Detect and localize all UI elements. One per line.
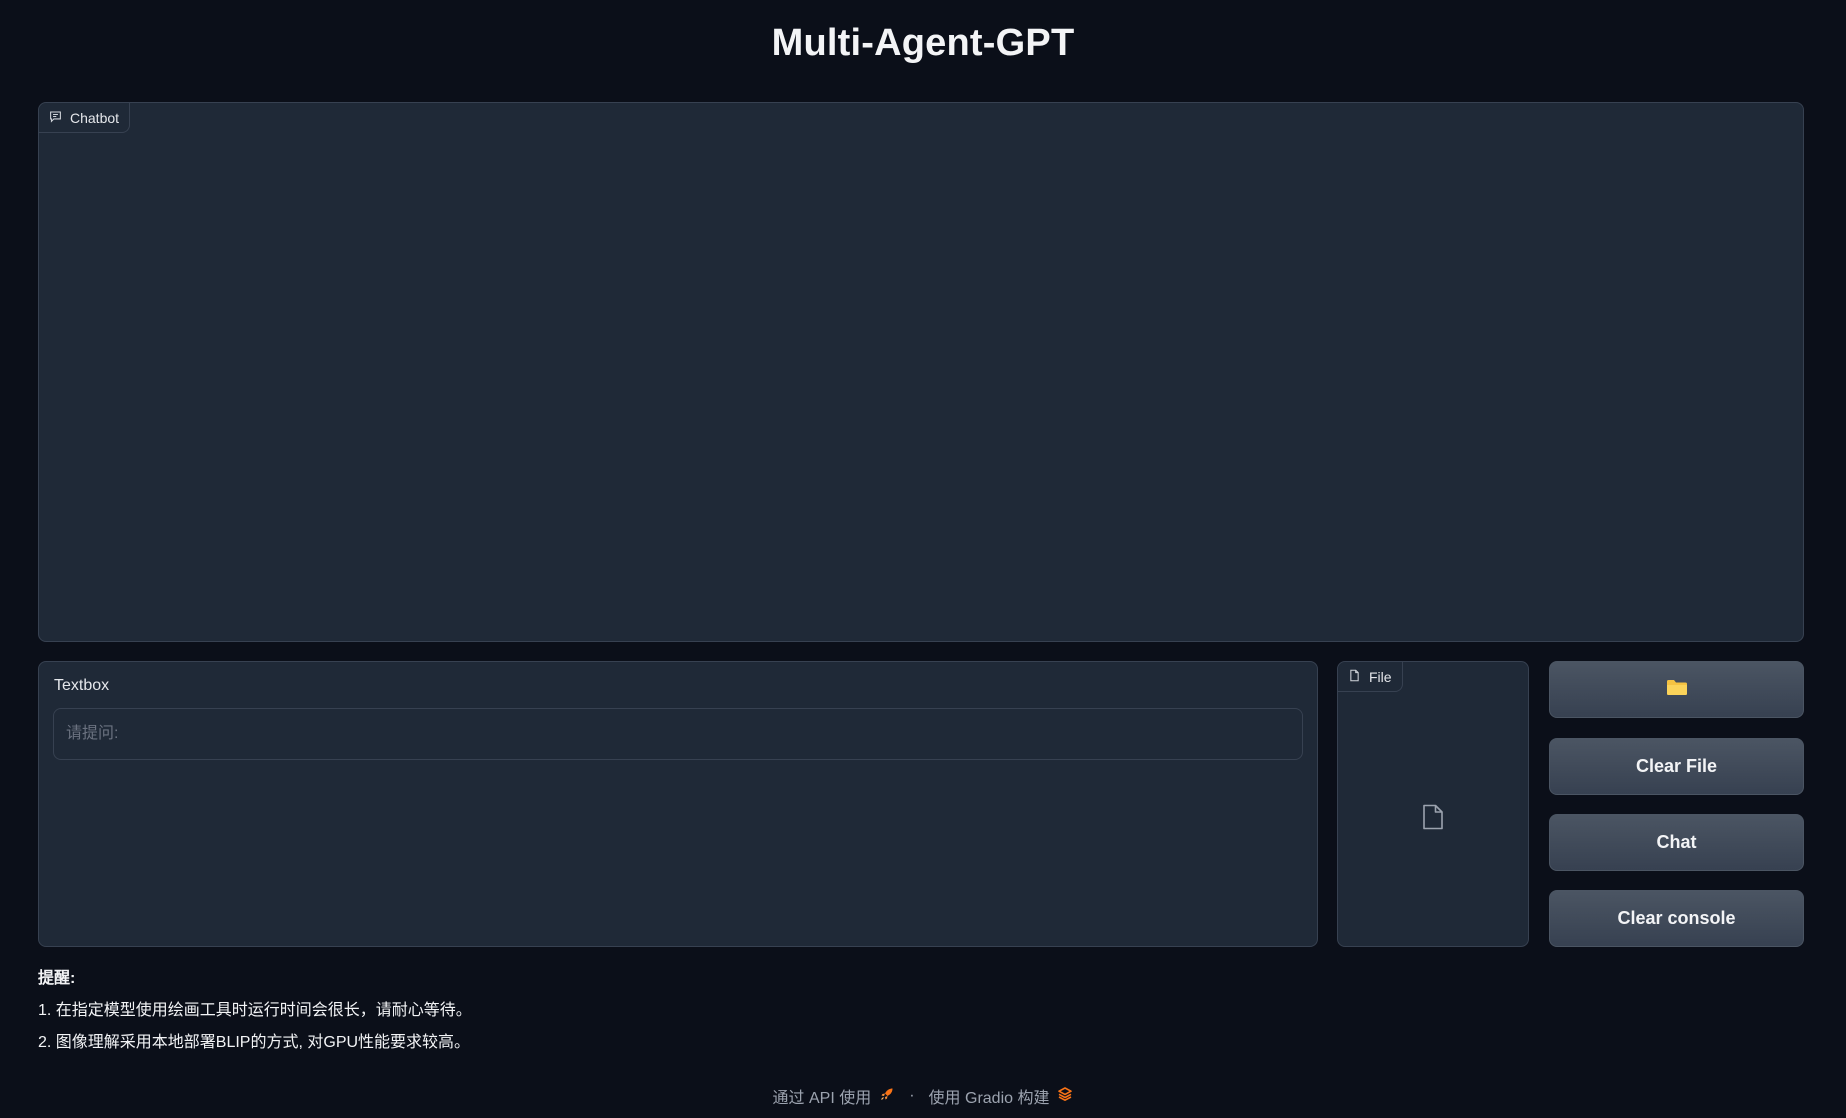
note-item: 1. 在指定模型使用绘画工具时运行时间会很长，请耐心等待。 xyxy=(38,1002,472,1019)
clear-file-button[interactable]: Clear File xyxy=(1549,738,1804,795)
chatbot-panel[interactable]: Chatbot xyxy=(38,102,1804,642)
prompt-input[interactable] xyxy=(53,708,1303,760)
folder-icon xyxy=(1666,678,1688,701)
app-page: Multi-Agent-GPT Chatbot Textbox File xyxy=(0,0,1846,1118)
file-icon xyxy=(1348,669,1361,685)
file-dropzone[interactable] xyxy=(1338,692,1528,946)
note-item: 2. 图像理解采用本地部署BLIP的方式, 对GPU性能要求较高。 xyxy=(38,1034,471,1051)
chatbot-label: Chatbot xyxy=(39,103,131,133)
textbox-label: Textbox xyxy=(54,677,110,694)
clear-console-button[interactable]: Clear console xyxy=(1549,890,1804,947)
chat-button[interactable]: Chat xyxy=(1549,814,1804,871)
api-link[interactable]: 通过 API 使用 xyxy=(773,1084,872,1108)
rocket-icon xyxy=(879,1086,895,1107)
file-label: File xyxy=(1338,662,1403,692)
textbox-panel: Textbox xyxy=(38,661,1318,947)
notes-section: 提醒: 1. 在指定模型使用绘画工具时运行时间会很长，请耐心等待。 2. 图像理… xyxy=(38,968,472,1064)
footer-separator: · xyxy=(909,1087,915,1104)
chat-icon xyxy=(49,110,62,126)
footer: 通过 API 使用 · 使用 Gradio 构建 xyxy=(0,1084,1846,1108)
gradio-link[interactable]: 使用 Gradio 构建 xyxy=(929,1084,1050,1108)
file-drop-icon xyxy=(1422,804,1444,835)
gradio-logo-icon xyxy=(1057,1086,1073,1107)
file-upload-panel[interactable]: File xyxy=(1337,661,1529,947)
page-title: Multi-Agent-GPT xyxy=(771,22,1075,64)
file-label-text: File xyxy=(1369,668,1392,685)
upload-button[interactable] xyxy=(1549,661,1804,718)
notes-title: 提醒: xyxy=(38,970,76,987)
chatbot-label-text: Chatbot xyxy=(70,109,120,126)
